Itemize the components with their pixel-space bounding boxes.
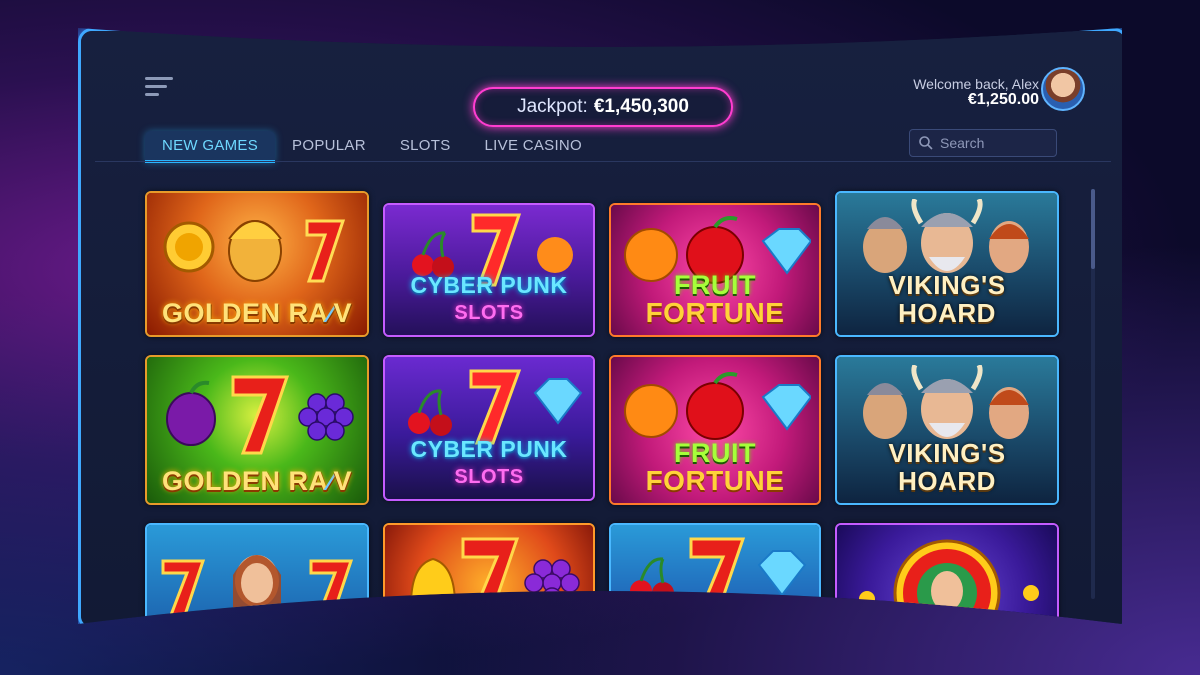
search-icon xyxy=(918,135,934,151)
game-title: VIKING'S HOARD xyxy=(888,270,1006,328)
fruit-fortune-artwork xyxy=(619,371,811,441)
game-title: FRUIT FORTUNE xyxy=(645,270,785,328)
game-tile-golden-ra[interactable]: GOLDEN RA⁄V xyxy=(145,191,369,337)
account-balance: €1,250.00 xyxy=(967,91,1039,108)
vikings-artwork xyxy=(845,365,1049,445)
golden-ra-artwork xyxy=(157,369,357,455)
user-avatar[interactable] xyxy=(1041,67,1085,111)
category-tabs: NEW GAMES POPULAR SLOTS LIVE CASINO xyxy=(145,131,599,163)
golden-ra-artwork xyxy=(157,209,357,289)
tab-slots[interactable]: SLOTS xyxy=(383,131,468,163)
hamburger-menu-icon[interactable] xyxy=(145,75,173,99)
jackpot-label: Jackpot: xyxy=(517,96,588,117)
tab-popular[interactable]: POPULAR xyxy=(275,131,383,163)
game-tile-vikings-hoard[interactable]: VIKING'S HOARD xyxy=(835,191,1059,337)
jackpot-value: €1,450,300 xyxy=(593,96,689,117)
scrollbar-thumb[interactable] xyxy=(1091,189,1095,269)
game-title: GOLDEN RA⁄V xyxy=(161,298,353,328)
game-tile-golden-ra[interactable]: GOLDEN RA⁄V xyxy=(145,355,369,505)
vikings-artwork xyxy=(845,199,1049,279)
tab-live-casino[interactable]: LIVE CASINO xyxy=(468,131,600,163)
game-title: VIKING'S HOARD xyxy=(888,438,1006,496)
game-tile-cyber-punk[interactable]: CYBER PUNK SLOTS xyxy=(383,355,595,501)
game-tile-fruit-fortune[interactable]: FRUIT FORTUNE xyxy=(609,355,821,505)
casino-app-window: Jackpot: €1,450,300 Welcome back, Alex €… xyxy=(78,28,1128,630)
jackpot-banner: Jackpot: €1,450,300 xyxy=(473,87,733,127)
game-title: FRUIT FORTUNE xyxy=(645,438,785,496)
game-title: GOLDEN RA⁄V xyxy=(161,466,353,496)
game-tile-vikings-hoard[interactable]: VIKING'S HOARD xyxy=(835,355,1059,505)
game-tile-cyber-punk[interactable]: CYBER PUNK SLOTS xyxy=(383,203,595,337)
game-title: CYBER PUNK SLOTS xyxy=(410,272,568,324)
search-input[interactable]: Search xyxy=(909,129,1057,157)
game-title: CYBER PUNK SLOTS xyxy=(410,436,568,488)
tab-new-games[interactable]: NEW GAMES xyxy=(145,131,275,163)
tabs-divider xyxy=(95,161,1111,162)
search-placeholder: Search xyxy=(940,135,985,151)
game-tile-fruit-fortune[interactable]: FRUIT FORTUNE xyxy=(609,203,821,337)
